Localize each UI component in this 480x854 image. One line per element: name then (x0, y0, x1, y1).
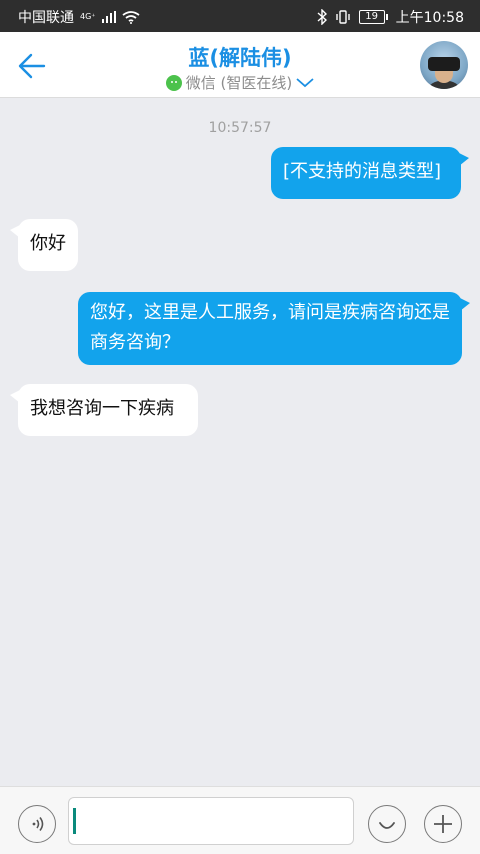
vibrate-icon (335, 10, 350, 24)
chat-header: 蓝(解陆伟) 微信 (智医在线) (0, 32, 480, 98)
more-options-button[interactable] (424, 805, 462, 843)
voice-button[interactable] (18, 805, 56, 843)
emoji-button[interactable] (368, 805, 406, 843)
channel-switcher[interactable]: 微信 (智医在线) (0, 72, 480, 93)
smiley-icon (379, 822, 395, 829)
bluetooth-icon (317, 9, 327, 25)
battery-icon: 19 (358, 10, 388, 24)
message-bubble-sent[interactable]: 您好，这里是人工服务，请问是疾病咨询还是商务咨询？ (78, 292, 470, 365)
status-bar: 中国联通 4G⁺ 19 上午10:58 (0, 0, 480, 32)
channel-label: 微信 (智医在线) (185, 74, 293, 92)
message-bubble-sent[interactable]: [不支持的消息类型] (271, 147, 469, 199)
carrier-label: 中国联通 (18, 10, 74, 26)
wechat-icon (165, 74, 182, 91)
wifi-icon (121, 10, 140, 24)
clock: 上午10:58 (395, 10, 464, 26)
contact-name: 蓝(解陆伟) (188, 46, 292, 70)
voice-icon (32, 817, 44, 831)
network-indicator: 4G⁺ (80, 12, 96, 21)
plus-icon (434, 815, 452, 833)
message-bubble-received[interactable]: 我想咨询一下疾病 (10, 384, 198, 436)
chevron-down-icon[interactable] (296, 77, 314, 88)
text-cursor (73, 808, 76, 834)
battery-level: 19 (358, 10, 385, 24)
signal-icon (101, 11, 116, 23)
message-bubble-received[interactable]: 你好 (10, 219, 78, 271)
message-timestamp: 10:57:57 (208, 120, 272, 136)
input-bar (0, 786, 480, 854)
avatar[interactable] (420, 41, 468, 89)
message-input[interactable] (68, 797, 354, 845)
